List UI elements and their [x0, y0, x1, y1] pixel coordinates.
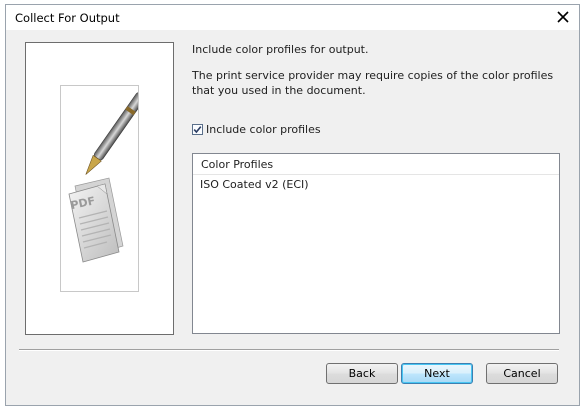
include-color-profiles-checkbox[interactable]: Include color profiles [192, 123, 321, 136]
color-profiles-list[interactable]: Color Profiles ISO Coated v2 (ECI) [192, 153, 560, 334]
checkbox-label: Include color profiles [206, 123, 321, 136]
close-button[interactable] [553, 7, 573, 27]
step-description: The print service provider may require c… [192, 69, 554, 97]
cancel-button[interactable]: Cancel [486, 363, 558, 384]
back-button[interactable]: Back [326, 363, 398, 384]
wizard-image-panel: PDF [25, 42, 174, 335]
button-separator [19, 349, 559, 351]
step-heading: Include color profiles for output. [192, 43, 369, 56]
close-icon [557, 11, 569, 23]
title-bar: Collect For Output [6, 5, 579, 30]
checkmark-icon [193, 126, 202, 134]
artwork-frame: PDF [60, 85, 146, 292]
checkbox-box[interactable] [192, 124, 203, 135]
pdf-document-icon: PDF [68, 92, 146, 263]
dialog-title: Collect For Output [15, 11, 120, 25]
next-button[interactable]: Next [401, 363, 473, 384]
list-column-header[interactable]: Color Profiles [193, 154, 559, 175]
collect-for-output-dialog: Collect For Output PDF Include color pro… [5, 4, 580, 406]
list-item[interactable]: ISO Coated v2 (ECI) [193, 175, 559, 195]
